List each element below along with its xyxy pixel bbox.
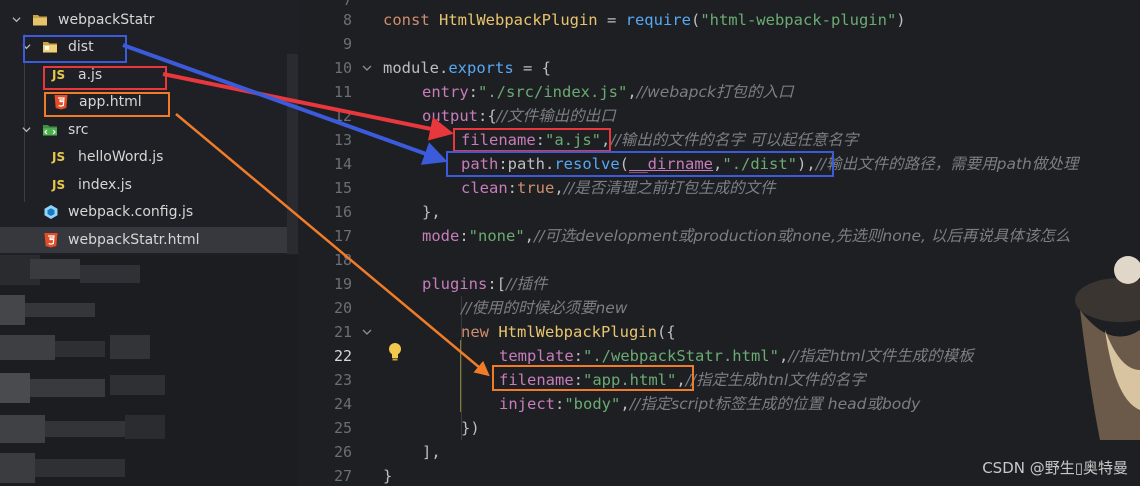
lightbulb-icon[interactable] [387, 342, 403, 362]
background-character-art [1075, 256, 1140, 440]
line-number: 24 [333, 395, 352, 413]
code-line-25: }) [461, 419, 480, 437]
code-line-16: }, [422, 203, 441, 221]
code-line-20: //使用的时候必须要new [461, 299, 628, 317]
line-number-current: 22 [333, 347, 352, 365]
code-line-12: output:{//文件输出的出口 [422, 107, 616, 125]
line-number: 18 [333, 251, 352, 269]
tree-item-webpackstatr[interactable]: webpackStatr [0, 7, 298, 33]
code-line-26: ], [422, 443, 441, 461]
tree-item-label: index.js [78, 177, 132, 193]
sidebar-scrollbar[interactable] [287, 54, 298, 254]
folder-src-icon [43, 125, 57, 136]
html5-icon [54, 95, 68, 110]
line-number: 23 [333, 371, 352, 389]
chevron-down-icon [22, 127, 31, 133]
tree-item-app-html[interactable]: app.html [0, 89, 298, 115]
line-number: 16 [333, 203, 352, 221]
line-number: 27 [333, 467, 352, 485]
code-line-21: new HtmlWebpackPlugin({ [461, 323, 676, 341]
tree-item-webpackstatr-html[interactable]: webpackStatr.html [0, 227, 298, 253]
folder-open-icon [33, 15, 47, 26]
tree-item-label: helloWord.js [78, 149, 164, 165]
line-number-gutter: 7 8 9 10 11 12 13 14 15 16 17 18 19 20 2… [298, 0, 401, 486]
code-line-17: mode:"none",//可选development或production或n… [422, 227, 1071, 245]
code-editor[interactable]: 7 8 9 10 11 12 13 14 15 16 17 18 19 20 2… [298, 0, 1140, 486]
js-file-icon: JS [52, 150, 66, 164]
line-number: 19 [333, 275, 352, 293]
line-number: 26 [333, 443, 352, 461]
code-line-11: entry:"./src/index.js",//webapck打包的入口 [422, 83, 794, 101]
code-line-14: path:path.resolve(__dirname,"./dist"),//… [461, 155, 1079, 173]
code-line-22: template:"./webpackStatr.html",//指定html文… [499, 347, 974, 365]
tree-item-src[interactable]: src [0, 117, 298, 143]
active-indent-guide [460, 340, 461, 412]
code-line-15: clean:true,//是否清理之前打包生成的文件 [461, 179, 776, 197]
line-number: 17 [333, 227, 352, 245]
code-line-23: filename:"app.html",//指定生成htnl文件的名字 [499, 371, 866, 389]
tree-item-label: a.js [78, 67, 103, 83]
code-line-8: const HtmlWebpackPlugin = require("html-… [383, 11, 906, 29]
chevron-down-icon [12, 17, 21, 23]
chevron-down-icon [22, 44, 31, 50]
line-number: 25 [333, 419, 352, 437]
code-line-19: plugins:[//插件 [422, 275, 548, 293]
line-number: 20 [333, 299, 352, 317]
line-number: 11 [333, 83, 352, 101]
line-number: 10 [333, 59, 352, 77]
code-line-24: inject:"body",//指定script标签生成的位置 head或bod… [499, 395, 921, 413]
js-file-icon: JS [52, 68, 66, 82]
line-number: 21 [333, 323, 352, 341]
tree-item-a-js[interactable]: JS a.js [0, 62, 298, 88]
watermark: CSDN @野生▯奥特曼 [982, 459, 1128, 477]
webpack-cube-icon [44, 205, 58, 219]
code-line-10: module.exports = { [383, 59, 551, 77]
js-file-icon: JS [52, 178, 66, 192]
tree-item-helloword-js[interactable]: JS helloWord.js [0, 144, 298, 170]
fold-chevron-icon[interactable] [362, 327, 372, 337]
code-line-27: } [383, 467, 393, 485]
line-number: 8 [342, 11, 352, 29]
line-number: 14 [333, 155, 352, 173]
line-number: 12 [333, 107, 352, 125]
blurred-region [0, 255, 298, 486]
tree-item-label: dist [68, 39, 94, 55]
line-number: 9 [342, 35, 352, 53]
folder-open-icon [43, 42, 57, 53]
tree-item-index-js[interactable]: JS index.js [0, 172, 298, 198]
html5-icon [44, 233, 58, 248]
fold-chevron-icon[interactable] [362, 63, 372, 73]
tree-item-dist[interactable]: dist [0, 34, 298, 60]
code-line-13: filename:"a.js",//输出的文件的名字 可以起任意名字 [461, 131, 859, 149]
line-number: 15 [333, 179, 352, 197]
tree-item-label: app.html [79, 94, 142, 110]
tree-item-label: webpackStatr [58, 12, 155, 28]
tree-item-webpack-config-js[interactable]: webpack.config.js [0, 199, 298, 225]
tree-item-label: webpack.config.js [68, 204, 194, 220]
file-explorer: webpackStatr dist JS a.js app.html src J… [0, 0, 298, 486]
tree-item-label: src [68, 122, 89, 138]
tree-item-label: webpackStatr.html [68, 232, 200, 248]
line-number: 13 [333, 131, 352, 149]
